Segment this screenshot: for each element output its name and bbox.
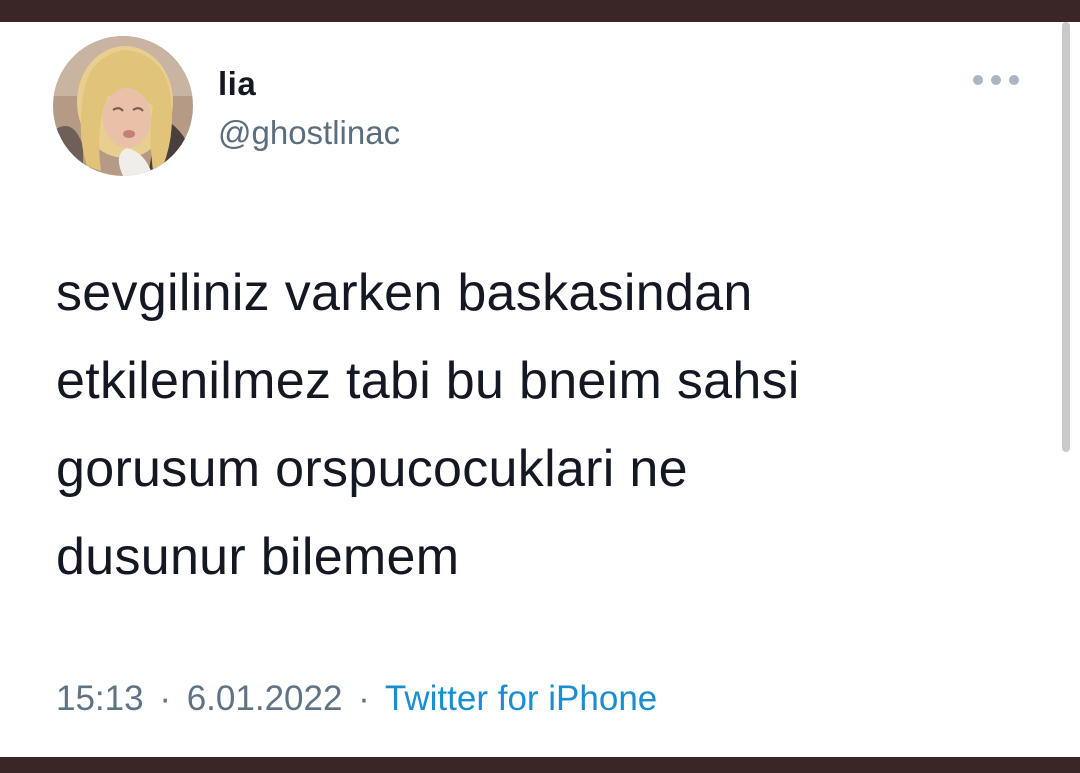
tweet-meta: 15:13 · 6.01.2022 · Twitter for iPhone [56,679,657,719]
more-options-icon[interactable] [970,72,1022,88]
user-handle[interactable]: @ghostlinac [218,114,400,152]
tweet-time: 15:13 [56,679,144,718]
tweet-card: lia @ghostlinac sevgiliniz varken baskas… [0,22,1080,757]
display-name[interactable]: lia [218,65,256,103]
tweet-source-link[interactable]: Twitter for iPhone [385,679,657,718]
tweet-text: sevgiliniz varken baskasindan etkilenilm… [56,264,800,586]
scrollbar[interactable] [1062,22,1070,452]
meta-separator: · [358,679,370,718]
tweet-date: 6.01.2022 [186,679,343,718]
screenshot-frame: lia @ghostlinac sevgiliniz varken baskas… [0,0,1080,773]
meta-separator: · [159,679,171,718]
avatar-photo-icon [53,36,193,176]
avatar[interactable] [53,36,193,176]
